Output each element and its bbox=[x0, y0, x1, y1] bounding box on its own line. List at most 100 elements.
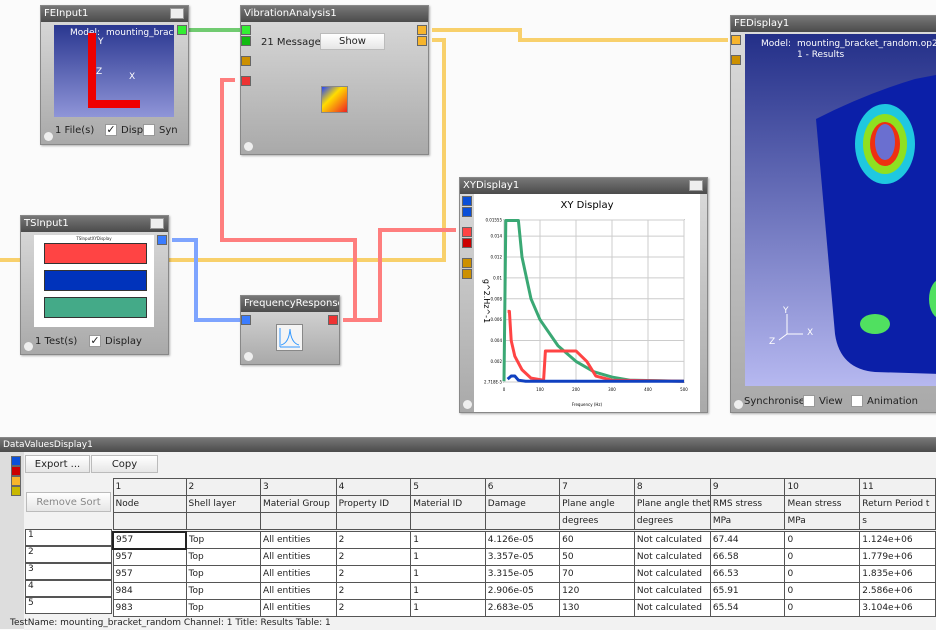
table-row-cell[interactable]: 984 bbox=[112, 582, 187, 600]
table-row-cell[interactable]: 50 bbox=[559, 548, 635, 566]
table-row-cell[interactable]: 2 bbox=[335, 565, 412, 583]
input-port[interactable] bbox=[462, 269, 472, 279]
table-row-cell[interactable]: Top bbox=[185, 565, 261, 583]
input-port[interactable] bbox=[241, 25, 251, 35]
table-row-cell[interactable]: Top bbox=[185, 582, 261, 600]
table-row-cell[interactable]: 1 bbox=[410, 599, 486, 617]
table-row-cell[interactable]: Not calculated bbox=[633, 565, 711, 583]
table-row-cell[interactable]: 1 bbox=[410, 565, 486, 583]
output-port[interactable] bbox=[157, 235, 167, 245]
table-row-cell[interactable]: 0 bbox=[784, 599, 861, 617]
node-handle[interactable] bbox=[463, 400, 472, 409]
table-row-cell[interactable]: 2.906e-05 bbox=[484, 582, 561, 600]
frequency-response-node[interactable]: FrequencyResponse1 bbox=[240, 295, 340, 365]
table-row-cell[interactable]: 3.315e-05 bbox=[484, 565, 561, 583]
row-header[interactable]: 1 bbox=[25, 529, 112, 546]
table-row-cell[interactable]: Not calculated bbox=[633, 599, 711, 617]
table-row-cell[interactable]: 65.91 bbox=[709, 582, 786, 600]
table-row-cell[interactable]: 983 bbox=[112, 599, 187, 617]
table-row-cell[interactable]: Not calculated bbox=[633, 582, 711, 600]
minimize-button[interactable] bbox=[150, 218, 164, 229]
remove-sort-button[interactable]: Remove Sort bbox=[26, 492, 111, 512]
table-row-cell[interactable]: All entities bbox=[259, 582, 337, 600]
output-port[interactable] bbox=[328, 315, 338, 325]
table-row-cell[interactable]: Top bbox=[185, 599, 261, 617]
copy-button[interactable]: Copy bbox=[91, 455, 158, 473]
vibration-analysis-icon[interactable] bbox=[321, 86, 348, 113]
table-row-cell[interactable]: 120 bbox=[559, 582, 635, 600]
table-row-cell[interactable]: 0 bbox=[784, 582, 861, 600]
table-row-cell[interactable]: 2 bbox=[335, 548, 412, 566]
input-port[interactable] bbox=[241, 315, 251, 325]
input-port[interactable] bbox=[462, 258, 472, 268]
input-port[interactable] bbox=[241, 76, 251, 86]
table-row-cell[interactable]: All entities bbox=[259, 548, 337, 566]
output-port[interactable] bbox=[417, 36, 427, 46]
input-port[interactable] bbox=[731, 55, 741, 65]
input-port[interactable] bbox=[241, 36, 251, 46]
node-handle[interactable] bbox=[244, 352, 253, 361]
input-port[interactable] bbox=[462, 238, 472, 248]
output-port[interactable] bbox=[177, 25, 187, 35]
xy-display-node[interactable]: XYDisplay1 XY Display 0 100 200 300 400 500 2.7… bbox=[459, 177, 708, 413]
row-header[interactable]: 2 bbox=[25, 546, 112, 563]
table-row-cell[interactable]: 2.683e-05 bbox=[484, 599, 561, 617]
table-row-cell[interactable]: Top bbox=[185, 548, 261, 566]
export-button[interactable]: Export ... bbox=[25, 455, 90, 473]
table-row-cell[interactable]: Top bbox=[185, 531, 261, 549]
table-row-cell[interactable]: 130 bbox=[559, 599, 635, 617]
table-row-cell[interactable]: 1.835e+06 bbox=[859, 565, 936, 583]
table-row-cell[interactable]: 3.357e-05 bbox=[484, 548, 561, 566]
input-port[interactable] bbox=[462, 196, 472, 206]
node-handle[interactable] bbox=[24, 342, 33, 351]
vibration-analysis-node[interactable]: VibrationAnalysis1 21 Messages Show bbox=[240, 5, 429, 155]
input-port[interactable] bbox=[731, 35, 741, 45]
input-port[interactable] bbox=[462, 207, 472, 217]
table-row-cell[interactable]: 0 bbox=[784, 531, 861, 549]
table-row-cell[interactable]: All entities bbox=[259, 531, 337, 549]
sync-checkbox[interactable]: Syn bbox=[143, 124, 178, 136]
table-row-cell[interactable]: 60 bbox=[559, 531, 635, 549]
frequency-response-icon[interactable] bbox=[276, 324, 303, 351]
fe-input-node[interactable]: FEInput1 Model: mounting_bracke Y Z X 1 … bbox=[40, 5, 189, 145]
table-row-cell[interactable]: 66.58 bbox=[709, 548, 786, 566]
row-header[interactable]: 5 bbox=[25, 597, 112, 614]
table-row-cell[interactable]: 1.124e+06 bbox=[859, 531, 936, 549]
table-row-cell[interactable]: 957 bbox=[112, 548, 187, 566]
table-row-cell[interactable]: 2.586e+06 bbox=[859, 582, 936, 600]
table-row-cell[interactable]: 65.54 bbox=[709, 599, 786, 617]
table-row-cell[interactable]: 1 bbox=[410, 582, 486, 600]
table-row-cell[interactable]: 1.779e+06 bbox=[859, 548, 936, 566]
minimize-button[interactable] bbox=[689, 180, 703, 191]
input-port[interactable] bbox=[462, 227, 472, 237]
table-row-cell[interactable]: 957 bbox=[112, 530, 187, 550]
input-port[interactable] bbox=[11, 456, 21, 466]
table-row-cell[interactable]: 3.104e+06 bbox=[859, 599, 936, 617]
table-row-cell[interactable]: All entities bbox=[259, 565, 337, 583]
display-checkbox[interactable]: ✓ Display bbox=[89, 335, 142, 347]
node-handle[interactable] bbox=[44, 132, 53, 141]
output-port[interactable] bbox=[417, 25, 427, 35]
node-handle[interactable] bbox=[244, 142, 253, 151]
input-port[interactable] bbox=[11, 476, 21, 486]
sync-view-checkbox[interactable]: View bbox=[803, 395, 843, 407]
node-handle[interactable] bbox=[734, 400, 743, 409]
input-port[interactable] bbox=[11, 466, 21, 476]
fe-display-node[interactable]: FEDisplay1 Model: mounting_bracket_rando… bbox=[730, 15, 936, 413]
fe-result-view[interactable]: Model: mounting_bracket_random.op2 1 - R… bbox=[745, 34, 936, 386]
row-header[interactable]: 4 bbox=[25, 580, 112, 597]
minimize-button[interactable] bbox=[170, 8, 184, 19]
table-row-cell[interactable]: 4.126e-05 bbox=[484, 531, 561, 549]
sync-animation-checkbox[interactable]: Animation bbox=[851, 395, 918, 407]
input-port[interactable] bbox=[11, 486, 21, 496]
table-row-cell[interactable]: 957 bbox=[112, 565, 187, 583]
show-button[interactable]: Show bbox=[320, 33, 385, 50]
row-header[interactable]: 3 bbox=[25, 563, 112, 580]
input-port[interactable] bbox=[241, 56, 251, 66]
table-row-cell[interactable]: 0 bbox=[784, 548, 861, 566]
table-row-cell[interactable]: 67.44 bbox=[709, 531, 786, 549]
table-row-cell[interactable]: Not calculated bbox=[633, 531, 711, 549]
table-row-cell[interactable]: Not calculated bbox=[633, 548, 711, 566]
ts-input-node[interactable]: TSInput1 TSInputXYDisplay 1 Test(s) ✓ Dis… bbox=[20, 215, 169, 355]
table-row-cell[interactable]: 70 bbox=[559, 565, 635, 583]
